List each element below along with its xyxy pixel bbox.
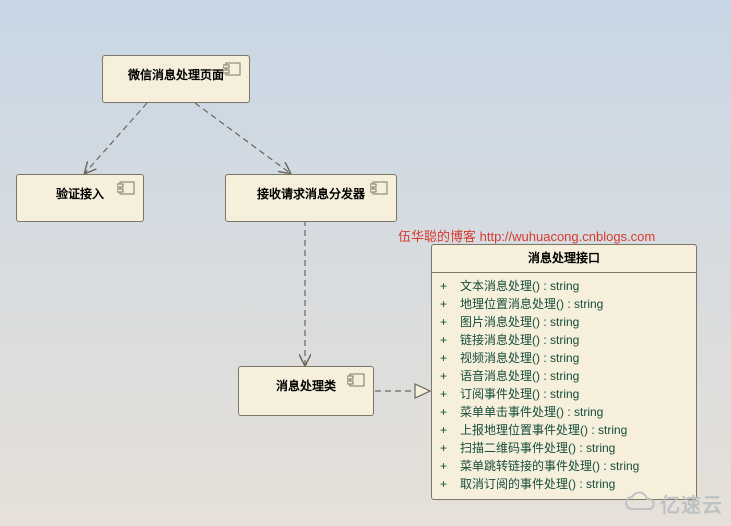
operation-row: + 扫描二维码事件处理() : string (440, 439, 688, 457)
operation-signature: 图片消息处理() : string (460, 313, 579, 331)
visibility-public: + (440, 457, 450, 475)
uml-interface-message-handler: 消息处理接口 + 文本消息处理() : string + 地理位置消息处理() : s… (431, 244, 697, 500)
operation-row: + 菜单跳转链接的事件处理() : string (440, 457, 688, 475)
visibility-public: + (440, 403, 450, 421)
operation-row: + 文本消息处理() : string (440, 277, 688, 295)
visibility-public: + (440, 421, 450, 439)
operation-signature: 上报地理位置事件处理() : string (460, 421, 627, 439)
operation-signature: 文本消息处理() : string (460, 277, 579, 295)
uml-component-verify: 验证接入 (16, 174, 144, 222)
operation-signature: 订阅事件处理() : string (460, 385, 579, 403)
uml-component-dispatcher: 接收请求消息分发器 (225, 174, 397, 222)
operation-signature: 链接消息处理() : string (460, 331, 579, 349)
operation-signature: 地理位置消息处理() : string (460, 295, 603, 313)
visibility-public: + (440, 439, 450, 457)
visibility-public: + (440, 385, 450, 403)
visibility-public: + (440, 475, 450, 493)
interface-operations: + 文本消息处理() : string + 地理位置消息处理() : string + 图… (432, 273, 696, 499)
interface-title: 消息处理接口 (432, 245, 696, 273)
visibility-public: + (440, 277, 450, 295)
blog-watermark: 伍华聪的博客 http://wuhuacong.cnblogs.com (398, 226, 655, 245)
brand-text: 亿速云 (660, 489, 723, 518)
operation-row: + 语音消息处理() : string (440, 367, 688, 385)
operation-row: + 地理位置消息处理() : string (440, 295, 688, 313)
operation-signature: 视频消息处理() : string (460, 349, 579, 367)
visibility-public: + (440, 349, 450, 367)
uml-component-handler: 消息处理类 (238, 366, 374, 416)
visibility-public: + (440, 331, 450, 349)
operation-row: + 菜单单击事件处理() : string (440, 403, 688, 421)
operation-row: + 订阅事件处理() : string (440, 385, 688, 403)
component-icon (370, 181, 388, 195)
uml-component-page: 微信消息处理页面 (102, 55, 250, 103)
operation-row: + 视频消息处理() : string (440, 349, 688, 367)
operation-signature: 菜单跳转链接的事件处理() : string (460, 457, 639, 475)
operation-signature: 语音消息处理() : string (460, 367, 579, 385)
visibility-public: + (440, 295, 450, 313)
operation-row: + 链接消息处理() : string (440, 331, 688, 349)
operation-row: + 图片消息处理() : string (440, 313, 688, 331)
visibility-public: + (440, 367, 450, 385)
brand-watermark: 亿速云 (622, 489, 723, 518)
visibility-public: + (440, 313, 450, 331)
operation-signature: 扫描二维码事件处理() : string (460, 439, 615, 457)
component-icon (117, 181, 135, 195)
cloud-icon (622, 491, 656, 516)
operation-row: + 上报地理位置事件处理() : string (440, 421, 688, 439)
component-icon (347, 373, 365, 387)
component-icon (223, 62, 241, 76)
operation-signature: 菜单单击事件处理() : string (460, 403, 603, 421)
operation-signature: 取消订阅的事件处理() : string (460, 475, 615, 493)
